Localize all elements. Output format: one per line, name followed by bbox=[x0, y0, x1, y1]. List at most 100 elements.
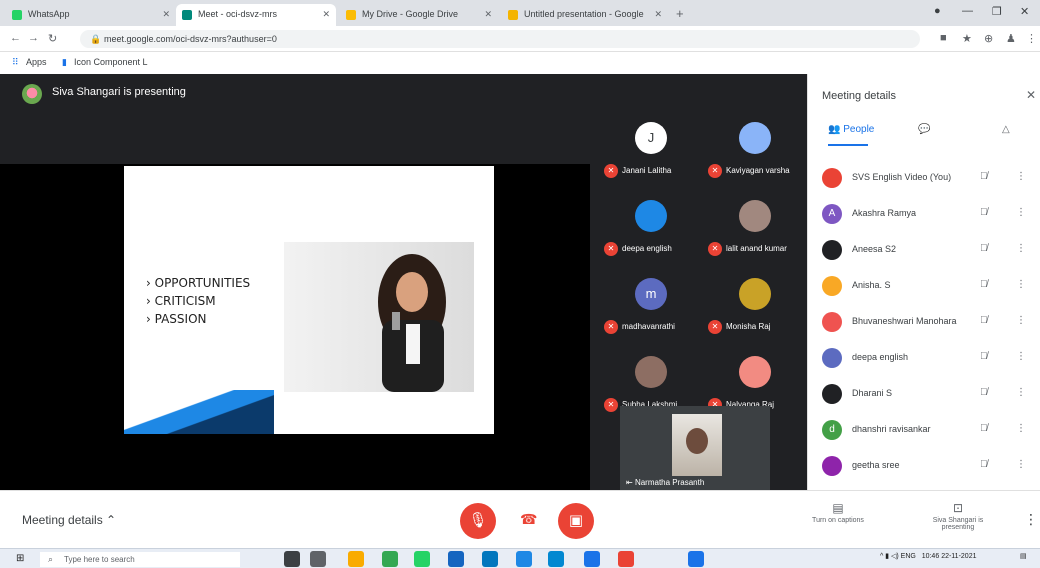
active-tab-indicator bbox=[828, 144, 868, 146]
muted-mic-icon: ✕ bbox=[604, 320, 618, 334]
url-text: meet.google.com/oci-dsvz-mrs?authuser=0 bbox=[104, 34, 277, 44]
taskbar-search-input[interactable]: ⌕ Type here to search bbox=[40, 552, 240, 567]
participant-name: Monisha Raj bbox=[726, 322, 771, 331]
participant-tile[interactable]: ✕ deepa english bbox=[598, 188, 702, 260]
slide-bullet: › CRITICISM bbox=[146, 294, 216, 308]
tab-label: WhatsApp bbox=[28, 9, 70, 19]
profile-icon[interactable]: ● bbox=[934, 5, 941, 17]
hang-up-button[interactable]: ☎ bbox=[520, 511, 537, 528]
presenter-text: Siva Shangari is presenting bbox=[52, 86, 186, 98]
participant-row[interactable]: Aneesa S2 🎙̸ ⋮ bbox=[820, 232, 1032, 268]
participant-more-icon[interactable]: ⋮ bbox=[1016, 423, 1026, 434]
minimize-button[interactable]: — bbox=[962, 5, 973, 17]
app-icon[interactable] bbox=[688, 551, 704, 567]
participant-tile[interactable]: m ✕ madhavanrathi bbox=[598, 266, 702, 338]
tab-chat[interactable]: 💬 bbox=[918, 124, 930, 135]
participant-more-icon[interactable]: ⋮ bbox=[1016, 387, 1026, 398]
menu-icon[interactable]: ⋮ bbox=[1026, 32, 1037, 45]
self-video-tile: ⇤ Narmatha Prasanth bbox=[620, 406, 770, 490]
browser-tab[interactable]: WhatsApp ✕ bbox=[6, 4, 176, 26]
participant-more-icon[interactable]: ⋮ bbox=[1016, 351, 1026, 362]
mic-muted-icon: 🎙̸ bbox=[980, 459, 988, 470]
extensions-icon[interactable]: ⊕ bbox=[984, 32, 993, 45]
browser-tab[interactable]: My Drive - Google Drive ✕ bbox=[340, 4, 498, 26]
new-tab-button[interactable]: + bbox=[676, 6, 684, 21]
participant-tile[interactable]: ✕ Kaviyagan varsha bbox=[702, 110, 806, 182]
participant-avatar bbox=[822, 168, 842, 188]
mail-icon[interactable] bbox=[448, 551, 464, 567]
url-input[interactable]: 🔒 meet.google.com/oci-dsvz-mrs?authuser=… bbox=[80, 30, 920, 48]
close-window-button[interactable]: ✕ bbox=[1020, 5, 1029, 18]
participant-avatar bbox=[739, 278, 771, 310]
participant-row[interactable]: A Akashra Ramya 🎙̸ ⋮ bbox=[820, 196, 1032, 232]
windows-start-icon[interactable]: ⊞ bbox=[16, 554, 28, 566]
participant-tile[interactable]: J ✕ Janani Lalitha bbox=[598, 110, 702, 182]
muted-mic-icon: ✕ bbox=[604, 242, 618, 256]
forward-icon[interactable]: → bbox=[28, 32, 39, 44]
participant-tile[interactable]: ✕ Monisha Raj bbox=[702, 266, 806, 338]
edge-icon[interactable] bbox=[548, 551, 564, 567]
tab-people[interactable]: 👥 People bbox=[828, 124, 874, 135]
camera-off-button[interactable]: ▣ bbox=[558, 503, 594, 539]
participant-avatar: m bbox=[635, 278, 667, 310]
browser-tab[interactable]: Untitled presentation - Google ✕ bbox=[502, 4, 668, 26]
participant-more-icon[interactable]: ⋮ bbox=[1016, 459, 1026, 470]
close-tab-icon[interactable]: ✕ bbox=[322, 9, 330, 20]
mic-off-button[interactable]: 🎙 bbox=[460, 503, 496, 539]
participant-row[interactable]: SVS English Video (You) 🎙̸ ⋮ bbox=[820, 160, 1032, 196]
participant-row[interactable]: d dhanshri ravisankar 🎙̸ ⋮ bbox=[820, 412, 1032, 448]
mic-muted-icon: 🎙̸ bbox=[980, 243, 988, 254]
participant-avatar: J bbox=[635, 122, 667, 154]
apps-grid-icon: ⠿ bbox=[12, 57, 19, 67]
muted-mic-icon: ✕ bbox=[708, 242, 722, 256]
participant-more-icon[interactable]: ⋮ bbox=[1016, 279, 1026, 290]
word-icon[interactable] bbox=[516, 551, 532, 567]
opera-icon[interactable] bbox=[618, 551, 634, 567]
notifications-icon[interactable]: ▤ bbox=[1020, 552, 1027, 560]
reload-icon[interactable]: ↻ bbox=[48, 32, 57, 45]
close-tab-icon[interactable]: ✕ bbox=[162, 9, 170, 20]
participant-row[interactable]: deepa english 🎙̸ ⋮ bbox=[820, 340, 1032, 376]
bookmark-item[interactable]: Icon Component L bbox=[74, 57, 148, 67]
whatsapp-icon bbox=[12, 10, 22, 20]
tab-activities[interactable]: △ bbox=[1002, 124, 1010, 135]
close-tab-icon[interactable]: ✕ bbox=[654, 9, 662, 20]
search-icon: ⌕ bbox=[48, 554, 54, 564]
chrome-icon[interactable] bbox=[382, 551, 398, 567]
task-view-icon[interactable] bbox=[310, 551, 326, 567]
store-icon[interactable] bbox=[482, 551, 498, 567]
meeting-controls-bar: Meeting details ⌃ 🎙 ☎ ▣ ▤ Turn on captio… bbox=[0, 490, 1040, 548]
captions-button[interactable]: ▤ Turn on captions bbox=[808, 501, 868, 524]
participant-tile[interactable]: ✕ lalit anand kumar bbox=[702, 188, 806, 260]
participant-name: dhanshri ravisankar bbox=[852, 424, 931, 434]
file-explorer-icon[interactable] bbox=[348, 551, 364, 567]
participant-more-icon[interactable]: ⋮ bbox=[1016, 207, 1026, 218]
more-options-icon[interactable]: ⋮ bbox=[1024, 511, 1038, 528]
shared-slide: › OPPORTUNITIES › CRITICISM › PASSION bbox=[124, 166, 494, 434]
participant-row[interactable]: Anisha. S 🎙̸ ⋮ bbox=[820, 268, 1032, 304]
back-icon[interactable]: ← bbox=[10, 32, 21, 44]
clock-time: 10:46 bbox=[921, 553, 940, 560]
browser-tab-active[interactable]: Meet - oci-dsvz-mrs ✕ bbox=[176, 4, 336, 26]
camera-indicator-icon[interactable]: ■ bbox=[940, 32, 947, 44]
cortana-icon[interactable] bbox=[284, 551, 300, 567]
whatsapp-taskbar-icon[interactable] bbox=[414, 551, 430, 567]
slide-speaker-photo bbox=[284, 242, 474, 392]
participant-more-icon[interactable]: ⋮ bbox=[1016, 315, 1026, 326]
close-panel-button[interactable]: ✕ bbox=[1026, 88, 1036, 102]
participant-name: Bhuvaneshwari Manohara bbox=[852, 316, 957, 326]
bookmark-apps[interactable]: Apps bbox=[26, 57, 47, 67]
present-button[interactable]: ⊡ Siva Shangari is presenting bbox=[928, 501, 988, 531]
app-icon[interactable] bbox=[584, 551, 600, 567]
participant-row[interactable]: geetha sree 🎙̸ ⋮ bbox=[820, 448, 1032, 484]
maximize-button[interactable]: ❐ bbox=[992, 5, 1002, 18]
meeting-details-button[interactable]: Meeting details ⌃ bbox=[22, 513, 116, 527]
close-tab-icon[interactable]: ✕ bbox=[484, 9, 492, 20]
participant-more-icon[interactable]: ⋮ bbox=[1016, 171, 1026, 182]
star-icon[interactable]: ★ bbox=[962, 32, 972, 45]
participant-row[interactable]: Dharani S 🎙̸ ⋮ bbox=[820, 376, 1032, 412]
profile-avatar-icon[interactable]: ♟ bbox=[1006, 32, 1016, 45]
participant-more-icon[interactable]: ⋮ bbox=[1016, 243, 1026, 254]
muted-mic-icon: ✕ bbox=[604, 164, 618, 178]
participant-row[interactable]: Bhuvaneshwari Manohara 🎙̸ ⋮ bbox=[820, 304, 1032, 340]
